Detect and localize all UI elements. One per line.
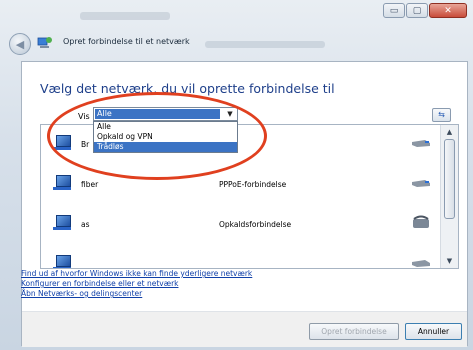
- refresh-icon: ⇆: [438, 110, 445, 119]
- help-links: Find ud af hvorfor Windows ikke kan find…: [21, 269, 252, 299]
- filter-dropdown[interactable]: Alle ▼: [93, 107, 238, 121]
- maximize-button[interactable]: ▢: [406, 3, 428, 18]
- scroll-down-icon[interactable]: ▼: [442, 254, 457, 268]
- modem-icon: [412, 260, 430, 267]
- list-item[interactable]: as Opkaldsforbindelse: [41, 209, 441, 239]
- close-button[interactable]: ✕: [429, 3, 467, 18]
- refresh-button[interactable]: ⇆: [432, 108, 451, 122]
- cancel-button[interactable]: Annuller: [405, 323, 462, 340]
- filter-option-alle[interactable]: Alle: [94, 122, 237, 132]
- back-arrow-icon: ◀: [15, 37, 25, 51]
- content-panel: Vælg det netværk, du vil oprette forbind…: [21, 61, 468, 347]
- blurred-subtitle: [205, 41, 325, 48]
- network-name: fiber: [81, 180, 99, 189]
- list-item[interactable]: fiber PPPoE-forbindelse: [41, 169, 441, 199]
- filter-selected-value: Alle: [95, 109, 220, 119]
- modem-icon: [412, 140, 430, 147]
- network-name: Br: [81, 140, 90, 149]
- filter-option-opkald-og-vpn[interactable]: Opkald og VPN: [94, 132, 237, 142]
- list-item[interactable]: [41, 249, 441, 268]
- breadcrumb: Opret forbindelse til et netværk: [63, 37, 190, 46]
- filter-label: Vis: [78, 112, 90, 121]
- scroll-thumb[interactable]: [444, 139, 455, 219]
- network-connection-icon: [53, 135, 73, 153]
- connect-button[interactable]: Opret forbindelse: [309, 323, 399, 340]
- link-why-no-more-networks[interactable]: Find ud af hvorfor Windows ikke kan find…: [21, 269, 252, 279]
- window-frame: ▭ ▢ ✕ ◀ Opret forbindelse til et netværk…: [0, 0, 473, 350]
- filter-option-tradlos[interactable]: Trådløs: [94, 142, 237, 152]
- dialog-footer: Opret forbindelse Annuller: [22, 311, 467, 347]
- minimize-button[interactable]: ▭: [383, 3, 405, 18]
- network-connection-icon: [53, 215, 73, 233]
- network-connection-icon: [53, 255, 73, 268]
- network-connection-icon: [53, 175, 73, 193]
- page-title: Vælg det netværk, du vil oprette forbind…: [40, 81, 335, 96]
- blurred-title-bar: [80, 12, 170, 20]
- phone-icon: [413, 215, 429, 228]
- chevron-down-icon[interactable]: ▼: [223, 108, 237, 120]
- filter-options-list: Alle Opkald og VPN Trådløs: [93, 121, 238, 153]
- link-configure-connection[interactable]: Konfigurer en forbindelse eller et netvæ…: [21, 279, 252, 289]
- list-scrollbar[interactable]: ▲ ▼: [440, 125, 458, 268]
- scroll-up-icon[interactable]: ▲: [442, 125, 457, 139]
- link-network-sharing-center[interactable]: Åbn Netværks- og delingscenter: [21, 289, 252, 299]
- back-button[interactable]: ◀: [9, 33, 31, 55]
- network-wizard-icon: [37, 37, 52, 48]
- modem-icon: [412, 180, 430, 187]
- network-name: as: [81, 220, 90, 229]
- network-type: Opkaldsforbindelse: [219, 220, 292, 229]
- window-controls: ▭ ▢ ✕: [383, 3, 467, 18]
- network-type: PPPoE-forbindelse: [219, 180, 287, 189]
